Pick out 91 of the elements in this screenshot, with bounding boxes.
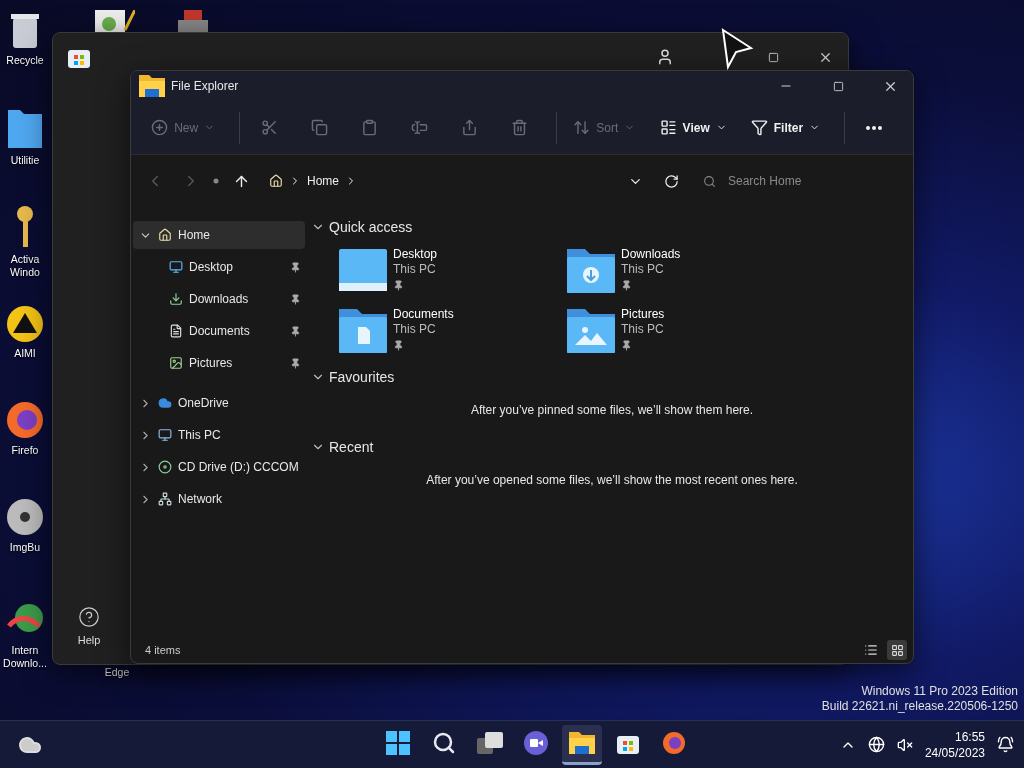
search-icon — [431, 731, 456, 755]
folder-location: This PC — [393, 322, 437, 337]
windows-logo-icon — [385, 731, 410, 755]
folder-name[interactable]: Downloads — [621, 247, 681, 262]
filter-button[interactable]: Filter — [744, 110, 827, 145]
clock[interactable]: 16:55 24/05/2023 — [924, 728, 985, 761]
clipboard-icon — [360, 119, 378, 136]
downloads-folder-icon — [567, 247, 615, 293]
folder-location: This PC — [621, 262, 665, 277]
nav-item[interactable]: OneDrive — [133, 389, 305, 417]
folder-location: This PC — [393, 262, 437, 277]
nav-item[interactable]: CD Drive (D:) CCCOM — [133, 453, 305, 481]
video-chat-icon — [522, 731, 549, 755]
folder-name[interactable]: Desktop — [393, 247, 438, 262]
maximize-icon — [832, 80, 844, 92]
task-view-icon — [476, 732, 503, 754]
address-bar[interactable]: Home — [263, 166, 649, 196]
download-icon — [169, 292, 183, 306]
item-count: 4 items — [145, 644, 182, 656]
network-icon[interactable] — [867, 736, 885, 753]
list-icon — [659, 119, 677, 136]
dot-icon — [213, 178, 219, 184]
nav-item[interactable]: This PC — [133, 421, 305, 449]
nav-item[interactable]: Pictures — [133, 349, 305, 377]
view-button[interactable]: View — [653, 110, 733, 145]
copy-icon — [310, 119, 328, 136]
folder-icon — [139, 75, 165, 97]
desktop-icon-label[interactable]: Recycle — [6, 54, 44, 67]
disc-icon — [158, 460, 172, 474]
house-icon — [158, 228, 172, 242]
share-icon — [460, 119, 478, 136]
desktop-icon-label[interactable]: Edge — [104, 666, 130, 679]
refresh-icon — [663, 173, 679, 189]
computer-icon — [158, 428, 172, 442]
edition-text: Build 22621.ni_release.220506-1250 — [821, 699, 1018, 714]
section-title: Quick access — [329, 219, 413, 235]
empty-message: After you’ve opened some files, we’ll show the most recent ones here. — [426, 473, 798, 487]
nav-item[interactable]: Downloads — [133, 285, 305, 313]
desktop-folder-icon — [339, 247, 387, 291]
grid-icon — [890, 643, 904, 657]
folder-name[interactable]: Documents — [393, 307, 454, 322]
document-icon — [169, 324, 183, 338]
desktop-icon-label[interactable]: AIMI — [14, 347, 36, 360]
edition-text: Windows 11 Pro 2023 Edition — [861, 684, 1018, 699]
desktop-icon-label[interactable]: Intern Downlo... — [2, 644, 48, 670]
help-icon[interactable] — [78, 606, 100, 628]
taskbar-app-button[interactable] — [561, 724, 602, 765]
nav-item[interactable]: Desktop — [133, 253, 305, 281]
tiles-view-button[interactable] — [887, 640, 907, 660]
search-icon — [703, 174, 716, 188]
nav-item[interactable]: Network — [133, 485, 305, 513]
section-title: Favourites — [329, 369, 395, 385]
fox-globe-icon — [661, 731, 686, 755]
notepad-icon — [95, 10, 135, 34]
folder-name[interactable]: Pictures — [621, 307, 665, 322]
scissors-icon — [260, 119, 278, 136]
disc-icon — [5, 497, 45, 537]
picture-icon — [169, 356, 183, 370]
fox-globe-icon — [5, 400, 45, 440]
window-title: File Explorer — [171, 79, 240, 93]
folder-location: This PC — [621, 322, 665, 337]
folder-icon — [568, 732, 595, 754]
documents-folder-icon — [339, 307, 387, 353]
volume-muted-icon[interactable] — [896, 736, 913, 753]
filter-icon — [750, 119, 768, 136]
triangle-logo-icon — [6, 305, 44, 343]
trash-icon — [510, 119, 528, 136]
sort-icon — [573, 119, 591, 136]
cloud-icon — [158, 396, 172, 410]
search-field[interactable]: Search Home — [726, 173, 876, 189]
notification-icon[interactable] — [997, 736, 1014, 753]
maximize-icon — [767, 51, 779, 63]
rename-icon — [410, 119, 428, 136]
desktop-icon-label[interactable]: ImgBu — [9, 541, 41, 554]
network-icon — [158, 492, 172, 506]
empty-message: After you’ve pinned some files, we’ll show them here. — [470, 403, 754, 417]
nav-item[interactable]: Documents — [133, 317, 305, 345]
plus-circle-icon — [151, 119, 169, 136]
list-icon — [864, 643, 878, 657]
house-icon — [269, 174, 283, 188]
pictures-folder-icon — [567, 307, 615, 353]
section-title: Recent — [329, 439, 374, 455]
app-icon — [178, 10, 208, 34]
desktop-icon-label[interactable]: Activa Windo — [2, 253, 48, 279]
desktop-icon — [169, 260, 183, 274]
nav-item[interactable]: Home — [133, 221, 305, 249]
desktop-icon-label[interactable]: Firefo — [11, 444, 39, 457]
more-icon — [866, 125, 882, 130]
desktop-icon-label[interactable]: Utilitie — [10, 154, 40, 167]
user-icon[interactable] — [656, 48, 674, 66]
help-label[interactable]: Help — [77, 634, 101, 646]
